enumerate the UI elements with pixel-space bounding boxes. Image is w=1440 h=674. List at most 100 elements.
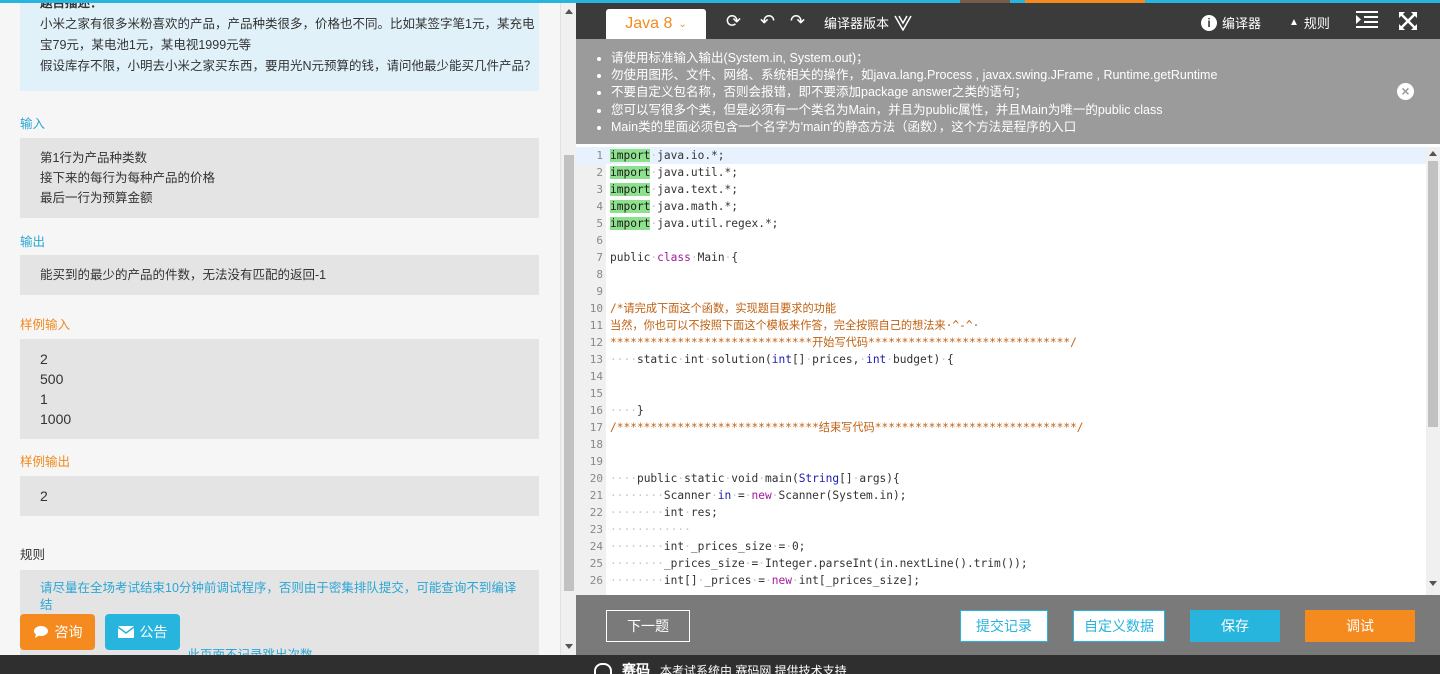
description-heading: 题目描述： xyxy=(40,3,103,10)
language-select[interactable]: Java 8 ⌄ xyxy=(606,9,706,39)
compiler-version[interactable]: 编译器版本 xyxy=(824,13,912,32)
code-text: ········Scanner·in·=·new·Scanner(System.… xyxy=(610,489,907,502)
code-text: ····public·static·void·main(String[]·arg… xyxy=(610,472,900,485)
code-line[interactable]: 5 import·java.util.regex.*; xyxy=(576,215,1426,232)
code-line[interactable]: 6 xyxy=(576,232,1426,249)
line-number: 13 xyxy=(589,353,603,366)
next-question-button[interactable]: 下一题 xyxy=(606,610,690,642)
line-number: 4 xyxy=(596,200,603,213)
rules-toggle[interactable]: ▲ 规则 xyxy=(1289,13,1330,32)
compiler-info[interactable]: i 编译器 xyxy=(1201,13,1261,32)
language-label: Java 8 xyxy=(625,15,673,32)
scroll-up-arrow[interactable] xyxy=(565,9,573,14)
brand-logo-icon xyxy=(594,663,612,674)
rules-box: 请尽量在全场考试结束10分钟前调试程序，否则由于密集排队提交，可能查询不到编译结… xyxy=(20,570,539,655)
problem-description: 题目描述： 小米之家有很多米粉喜欢的产品，产品种类很多，价格也不同。比如某签字笔… xyxy=(20,3,539,91)
scroll-down-arrow[interactable] xyxy=(1429,581,1437,586)
line-number: 11 xyxy=(589,319,603,332)
custom-data-button[interactable]: 自定义数据 xyxy=(1073,610,1165,642)
description-line: 宝79元，某电池1元，某电视1999元等 xyxy=(40,38,252,52)
line-number: 10 xyxy=(589,302,603,315)
code-line[interactable]: 11 当然，你也可以不按照下面这个模板来作答，完全按照自己的想法来·^-^· xyxy=(576,317,1426,334)
code-line[interactable]: 4 import·java.math.*; xyxy=(576,198,1426,215)
code-line[interactable]: 8 xyxy=(576,266,1426,283)
code-line[interactable]: 16 ····} xyxy=(576,402,1426,419)
footer: 赛码 本考试系统由 赛码网 提供技术支持 xyxy=(0,655,1440,674)
code-line[interactable]: 7 public·class·Main·{ xyxy=(576,249,1426,266)
refresh-icon[interactable]: ⟳ xyxy=(726,11,741,31)
info-icon: i xyxy=(1201,14,1217,31)
compiler-label: 编译器 xyxy=(1222,16,1262,31)
code-text: ····} xyxy=(610,404,644,417)
code-text: import·java.util.*; xyxy=(610,166,738,179)
save-button[interactable]: 保存 xyxy=(1190,610,1280,642)
code-line[interactable]: 1 import·java.io.*; xyxy=(576,147,1426,164)
scroll-up-arrow[interactable] xyxy=(1429,151,1437,156)
code-text: /*请完成下面这个函数，实现题目要求的功能 xyxy=(610,302,837,315)
code-text: import·java.text.*; xyxy=(610,183,738,196)
editor-toolbar: Java 8 ⌄ ⟳ ↶ ↷ 编译器版本 i 编译器 ▲ 规则 xyxy=(576,3,1440,39)
code-line[interactable]: 10 /*请完成下面这个函数，实现题目要求的功能 xyxy=(576,300,1426,317)
sample-output-value: 2 xyxy=(40,488,48,504)
indent-icon[interactable] xyxy=(1356,11,1378,33)
code-text: public·class·Main·{ xyxy=(610,251,739,264)
close-icon[interactable]: × xyxy=(1397,83,1414,100)
sample-output-label: 样例输出 xyxy=(20,455,71,469)
scroll-thumb[interactable] xyxy=(1428,161,1438,427)
line-number: 25 xyxy=(589,557,603,570)
notice-button[interactable]: 公告 xyxy=(105,614,180,650)
code-text: /******************************结束写代码****… xyxy=(610,421,1084,434)
code-line[interactable]: 21 ········Scanner·in·=·new·Scanner(Syste… xyxy=(576,487,1426,504)
line-number: 5 xyxy=(596,217,603,230)
debug-button[interactable]: 调试 xyxy=(1305,610,1415,642)
line-number: 19 xyxy=(589,455,603,468)
code-line[interactable]: 25 ········_prices_size·=·Integer.parseIn… xyxy=(576,555,1426,572)
code-line[interactable]: 19 xyxy=(576,453,1426,470)
caret-up-icon: ▲ xyxy=(1289,17,1299,28)
submission-records-button[interactable]: 提交记录 xyxy=(960,610,1048,642)
code-editor[interactable]: 1 import·java.io.*; 2 import·java.util.*; 3 i… xyxy=(576,147,1426,595)
notice-item: 您可以写很多个类，但是必须有一个类名为Main，并且为public属性，并且Ma… xyxy=(611,102,1440,119)
line-number: 7 xyxy=(596,251,603,264)
code-line[interactable]: 23 ············ xyxy=(576,521,1426,538)
editor-scrollbar[interactable] xyxy=(1426,147,1440,595)
redo-icon[interactable]: ↷ xyxy=(790,11,805,31)
scroll-thumb[interactable] xyxy=(564,155,574,591)
vue-logo-icon xyxy=(894,15,912,31)
scroll-down-arrow[interactable] xyxy=(565,644,573,649)
code-line[interactable]: 12 ******************************开始写代码***… xyxy=(576,334,1426,351)
code-line[interactable]: 22 ········int·res; xyxy=(576,504,1426,521)
notice-item: 不要自定义包名称，否则会报错，即不要添加package answer之类的语句； xyxy=(611,84,1440,101)
fullscreen-icon[interactable] xyxy=(1398,11,1418,35)
line-number: 26 xyxy=(589,574,603,587)
code-line[interactable]: 24 ········int·_prices_size·=·0; xyxy=(576,538,1426,555)
footer-brand: 赛码 xyxy=(622,662,650,674)
input-line: 最后一行为预算金额 xyxy=(40,191,153,205)
code-line[interactable]: 2 import·java.util.*; xyxy=(576,164,1426,181)
sample-output-box: 2 xyxy=(20,476,539,516)
input-label: 输入 xyxy=(20,117,46,131)
compile-notice: 请使用标准输入输出(System.in, System.out)； 勿使用图形、… xyxy=(576,39,1440,144)
code-text: import·java.math.*; xyxy=(610,200,738,213)
input-line: 接下来的每行为每种产品的价格 xyxy=(40,171,216,185)
line-number: 14 xyxy=(589,370,603,383)
code-line[interactable]: 26 ········int[]·_prices·=·new·int[_price… xyxy=(576,572,1426,589)
notice-label: 公告 xyxy=(139,624,168,640)
code-line[interactable]: 14 xyxy=(576,368,1426,385)
code-line[interactable]: 17 /******************************结束写代码**… xyxy=(576,419,1426,436)
problem-scrollbar[interactable] xyxy=(560,3,576,655)
undo-icon[interactable]: ↶ xyxy=(760,11,775,31)
chevron-down-icon: ⌄ xyxy=(678,18,687,30)
code-line[interactable]: 18 xyxy=(576,436,1426,453)
code-line[interactable]: 13 ····static·int·solution(int[]·prices,·… xyxy=(576,351,1426,368)
code-text: ········int[]·_prices·=·new·int[_prices_… xyxy=(610,574,920,587)
code-line[interactable]: 20 ····public·static·void·main(String[]·a… xyxy=(576,470,1426,487)
code-line[interactable]: 9 xyxy=(576,283,1426,300)
input-box: 第1行为产品种类数 接下来的每行为每种产品的价格 最后一行为预算金额 xyxy=(20,138,539,218)
code-line[interactable]: 15 xyxy=(576,385,1426,402)
consult-label: 咨询 xyxy=(54,624,83,640)
consult-button[interactable]: 咨询 xyxy=(20,614,95,650)
code-text: ········int·res; xyxy=(610,506,718,519)
code-line[interactable]: 3 import·java.text.*; xyxy=(576,181,1426,198)
envelope-icon xyxy=(117,626,134,638)
